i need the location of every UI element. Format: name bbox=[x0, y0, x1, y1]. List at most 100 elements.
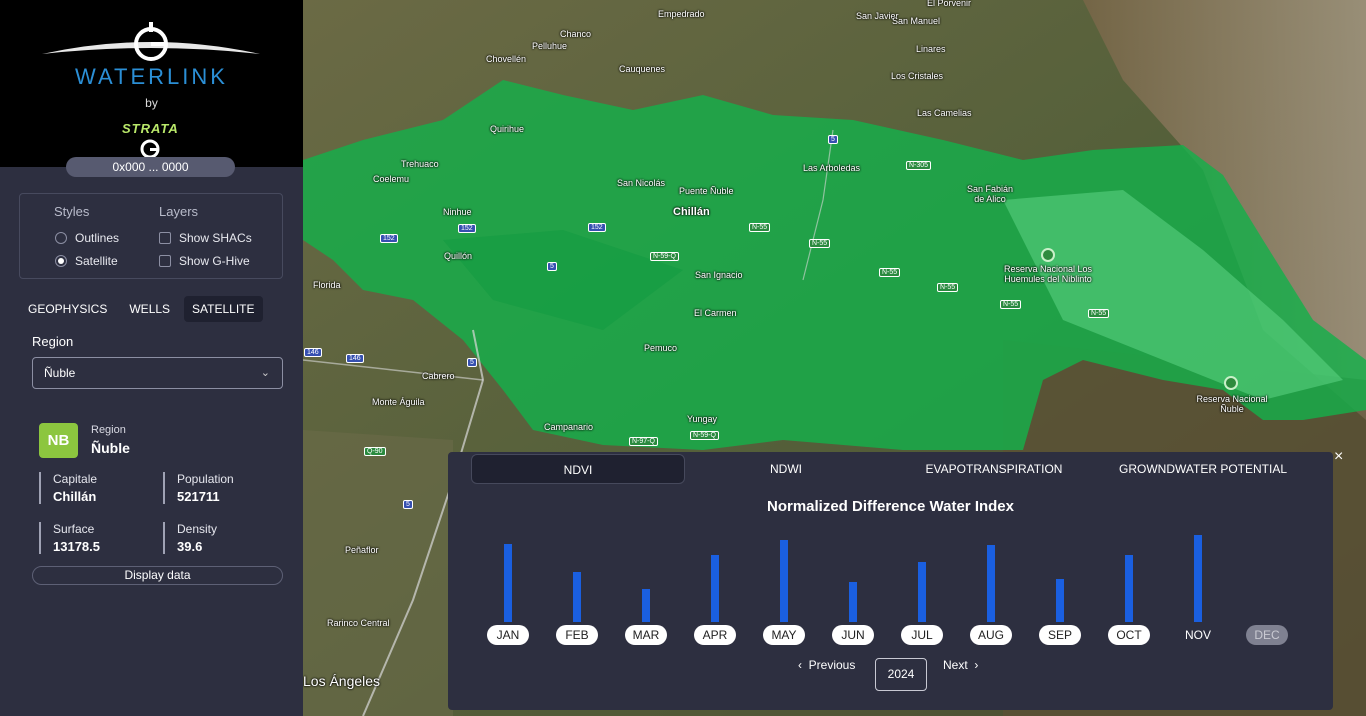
map-label: Linares bbox=[916, 44, 946, 54]
month-jul[interactable]: JUL bbox=[901, 625, 943, 645]
bar-mar bbox=[642, 588, 650, 622]
region-select[interactable]: Ñuble ⌄ bbox=[32, 357, 283, 389]
map-label: Las Camelias bbox=[917, 108, 972, 118]
road-shield: 5 bbox=[403, 500, 413, 509]
bar-apr bbox=[711, 555, 719, 622]
checkbox-shacs[interactable] bbox=[159, 232, 171, 244]
style-option-satellite[interactable]: Satellite bbox=[55, 254, 118, 268]
tab-groundwater-potential[interactable]: GROWNDWATER POTENTIAL bbox=[1118, 454, 1288, 484]
region-card-label: Region bbox=[91, 424, 126, 436]
tab-ndvi[interactable]: NDVI bbox=[471, 454, 685, 484]
wallet-address-button[interactable]: 0x000 ... 0000 bbox=[66, 157, 235, 177]
previous-button[interactable]: ‹ Previous bbox=[798, 658, 855, 672]
next-label: Next bbox=[943, 658, 968, 672]
bar-jan bbox=[504, 543, 512, 622]
road-shield: 5 bbox=[467, 358, 477, 367]
road-shield: 5 bbox=[828, 135, 838, 144]
map-label: Quirihue bbox=[490, 124, 525, 134]
tab-satellite[interactable]: SATELLITE bbox=[184, 296, 263, 322]
map-label: Cabrero bbox=[422, 371, 455, 381]
road-shield: N-55 bbox=[937, 283, 959, 292]
month-jun[interactable]: JUN bbox=[832, 625, 874, 645]
map-label: San Fabián de Alico bbox=[966, 184, 1014, 204]
next-button[interactable]: Next › bbox=[943, 658, 978, 672]
style-label-outlines: Outlines bbox=[75, 231, 120, 245]
map-label: San Nicolás bbox=[617, 178, 666, 188]
stat-surface: Surface 13178.5 bbox=[39, 522, 100, 554]
map-label-reserva-huemules: Reserva Nacional Los Huemules del Niblin… bbox=[1003, 264, 1093, 284]
checkbox-ghive[interactable] bbox=[159, 255, 171, 267]
close-panel-icon[interactable]: × bbox=[1334, 448, 1343, 466]
tab-wells[interactable]: WELLS bbox=[121, 296, 178, 322]
stat-capitale: Capitale Chillán bbox=[39, 472, 97, 504]
map-label: Yungay bbox=[687, 414, 718, 424]
month-nov[interactable]: NOV bbox=[1177, 625, 1219, 645]
road-shield: 146 bbox=[304, 348, 322, 357]
road-shield: N-55 bbox=[1000, 300, 1022, 309]
month-may[interactable]: MAY bbox=[763, 625, 805, 645]
radio-outlines[interactable] bbox=[55, 232, 67, 244]
road-shield: N-305 bbox=[906, 161, 932, 170]
radio-satellite[interactable] bbox=[55, 255, 67, 267]
map-label: Las Arboledas bbox=[803, 163, 861, 173]
month-aug[interactable]: AUG bbox=[970, 625, 1012, 645]
waterlink-logo-icon bbox=[42, 22, 260, 61]
map-label: Ninhue bbox=[443, 207, 472, 217]
map-label: Chovellén bbox=[486, 54, 527, 64]
road-shield: N-55 bbox=[1088, 309, 1110, 318]
year-selector[interactable]: 2024 bbox=[875, 658, 927, 691]
bar-nov bbox=[1194, 534, 1202, 622]
sidebar-tabs: GEOPHYSICS WELLS SATELLITE bbox=[20, 296, 263, 322]
map-label-chillan: Chillán bbox=[673, 206, 710, 218]
layer-option-shacs[interactable]: Show SHACs bbox=[159, 231, 252, 245]
sidebar: WATERLINK by STRATA 0x000 ... 0000 Style… bbox=[0, 0, 303, 716]
tab-evapotranspiration[interactable]: EVAPOTRANSPIRATION bbox=[914, 454, 1074, 484]
road-shield: N-59-Q bbox=[650, 252, 679, 261]
park-pin-icon[interactable] bbox=[1041, 248, 1055, 262]
month-feb[interactable]: FEB bbox=[556, 625, 598, 645]
brand-title: WATERLINK bbox=[75, 64, 228, 89]
park-pin-icon[interactable] bbox=[1224, 376, 1238, 390]
map-label: Coelemu bbox=[373, 174, 410, 184]
brand-by: by bbox=[145, 96, 158, 110]
month-jan[interactable]: JAN bbox=[487, 625, 529, 645]
stat-value: Chillán bbox=[53, 489, 97, 504]
map-label: Monte Águila bbox=[372, 397, 425, 407]
style-option-outlines[interactable]: Outlines bbox=[55, 231, 119, 245]
map-label: Cauquenes bbox=[619, 64, 666, 74]
map-label: Florida bbox=[313, 280, 341, 290]
style-label-satellite: Satellite bbox=[75, 254, 118, 268]
month-mar[interactable]: MAR bbox=[625, 625, 667, 645]
map-label-reserva-nuble: Reserva Nacional Ñuble bbox=[1196, 394, 1268, 414]
month-apr[interactable]: APR bbox=[694, 625, 736, 645]
map-label: San Manuel bbox=[892, 16, 941, 26]
region-badge: NB bbox=[39, 423, 78, 458]
layer-option-ghive[interactable]: Show G-Hive bbox=[159, 254, 250, 268]
chart-title: Normalized Difference Water Index bbox=[766, 498, 1014, 515]
region-card-name: Ñuble bbox=[91, 440, 130, 456]
map-label: Empedrado bbox=[658, 9, 705, 19]
index-panel: NDVI NDWI EVAPOTRANSPIRATION GROWNDWATER… bbox=[448, 452, 1333, 710]
road-shield: Q-90 bbox=[364, 447, 386, 456]
stat-key: Capitale bbox=[53, 472, 98, 486]
road-shield: 152 bbox=[380, 234, 398, 243]
stat-density: Density 39.6 bbox=[163, 522, 217, 554]
bar-aug bbox=[987, 544, 995, 622]
strata-wordmark: STRATA bbox=[122, 121, 179, 136]
road-shield: N-97-Q bbox=[629, 437, 658, 446]
styles-heading: Styles bbox=[54, 204, 90, 219]
map-label: Trehuaco bbox=[401, 159, 439, 169]
region-field-label: Region bbox=[32, 334, 74, 349]
tab-ndwi[interactable]: NDWI bbox=[708, 454, 864, 484]
chevron-down-icon: ⌄ bbox=[260, 367, 270, 379]
display-data-button[interactable]: Display data bbox=[32, 566, 283, 585]
map-label: San Ignacio bbox=[695, 270, 743, 280]
month-dec: DEC bbox=[1246, 625, 1288, 645]
bar-feb bbox=[573, 571, 581, 622]
month-oct[interactable]: OCT bbox=[1108, 625, 1150, 645]
map-label: Chanco bbox=[560, 29, 592, 39]
month-sep[interactable]: SEP bbox=[1039, 625, 1081, 645]
map-label: Rarinco Central bbox=[327, 618, 390, 628]
tab-geophysics[interactable]: GEOPHYSICS bbox=[20, 296, 115, 322]
road-shield: 5 bbox=[547, 262, 557, 271]
